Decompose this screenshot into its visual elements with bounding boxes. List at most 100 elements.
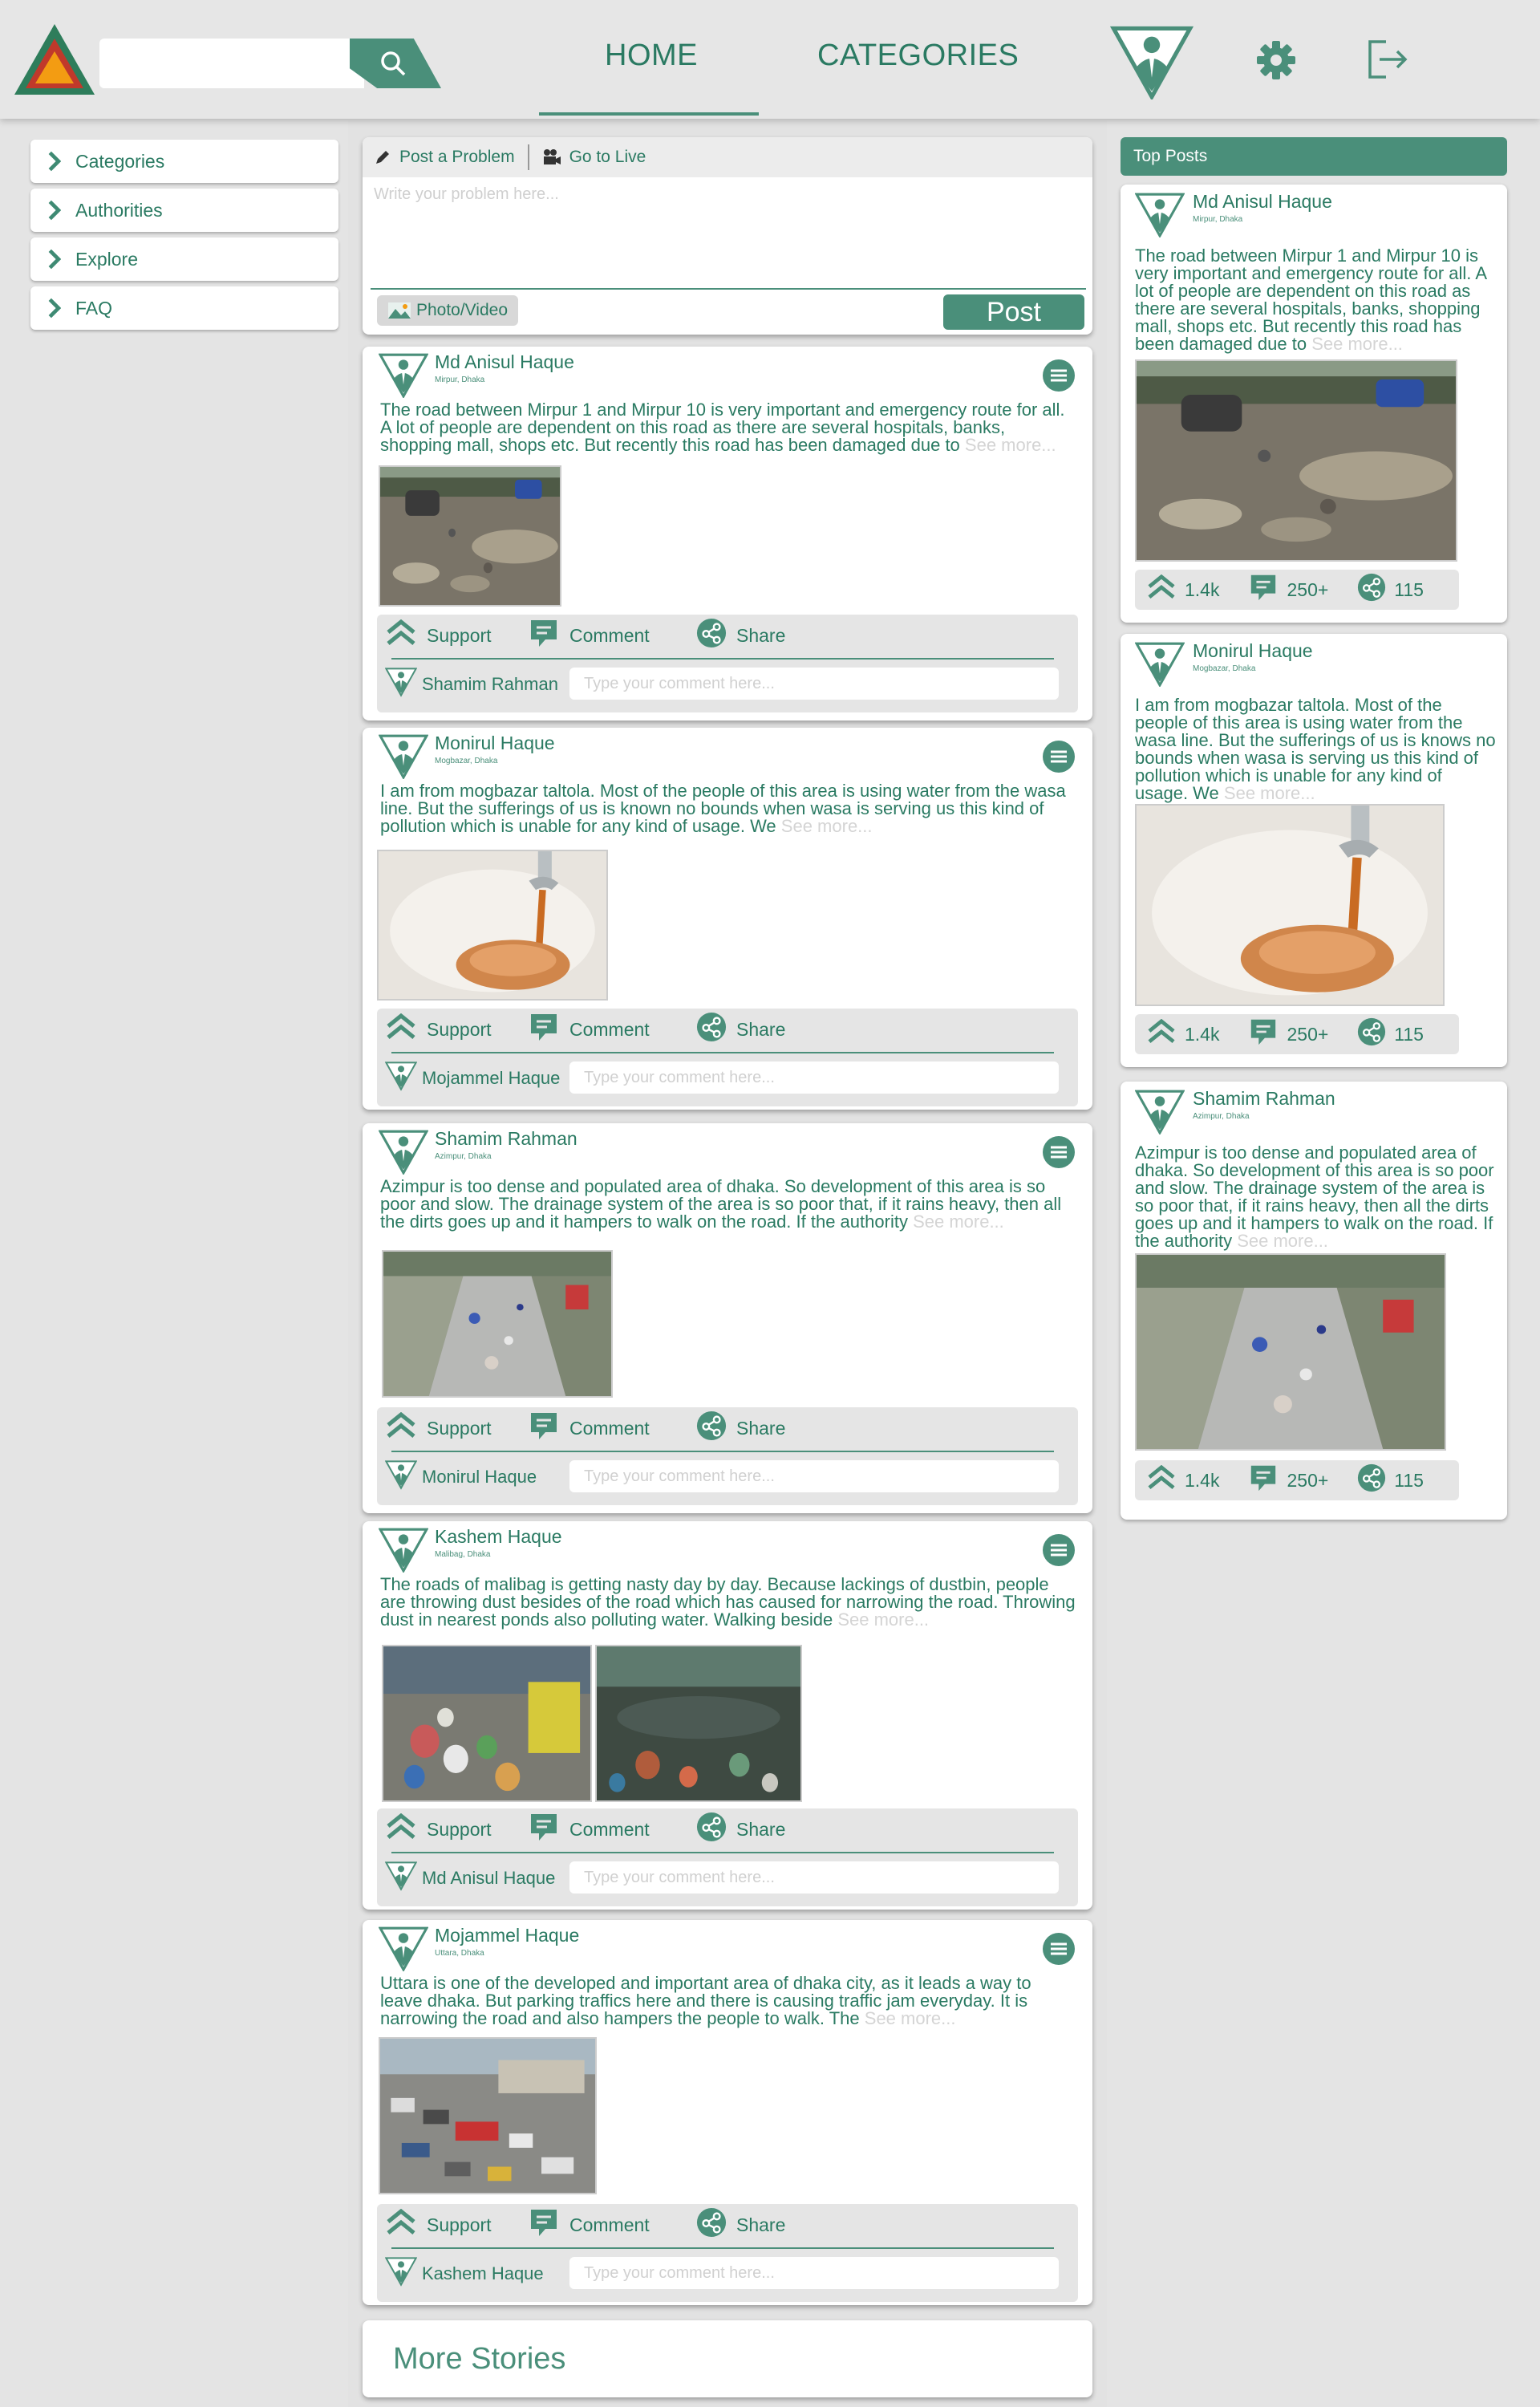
author-avatar-icon[interactable] <box>1135 1090 1185 1139</box>
share-count[interactable]: 115 <box>1357 1463 1424 1497</box>
comment-button[interactable]: Comment <box>528 1412 650 1444</box>
comment-count[interactable]: 250+ <box>1248 1463 1328 1498</box>
comment-count[interactable]: 250+ <box>1248 572 1328 607</box>
support-count[interactable]: 1.4k <box>1146 1465 1219 1496</box>
post-image[interactable] <box>1135 359 1457 562</box>
comment-button[interactable]: Comment <box>528 2209 650 2241</box>
see-more-link[interactable]: See more... <box>1311 334 1403 354</box>
support-icon <box>1146 1019 1177 1049</box>
share-button[interactable]: Share <box>696 1412 785 1444</box>
post-button[interactable]: Post <box>943 294 1084 330</box>
sidebar-item-authorities[interactable]: Authorities <box>30 189 338 232</box>
top-post-card[interactable]: Shamim Rahman Azimpur, Dhaka Azimpur is … <box>1121 1082 1507 1520</box>
divider <box>391 658 1054 660</box>
commenter-name[interactable]: Monirul Haque <box>422 1467 537 1488</box>
author-name[interactable]: Kashem Haque <box>435 1526 562 1548</box>
see-more-link[interactable]: See more... <box>1224 783 1315 803</box>
author-name[interactable]: Monirul Haque <box>435 733 555 754</box>
author-name[interactable]: Md Anisul Haque <box>435 351 574 373</box>
share-count[interactable]: 115 <box>1357 1017 1424 1051</box>
see-more-link[interactable]: See more... <box>965 435 1056 455</box>
post-image[interactable] <box>1135 804 1445 1006</box>
see-more-link[interactable]: See more... <box>865 2008 956 2028</box>
chevron-right-icon <box>47 249 61 270</box>
post-menu-button[interactable] <box>1043 1933 1075 1965</box>
commenter-name[interactable]: Kashem Haque <box>422 2263 544 2284</box>
author-name[interactable]: Monirul Haque <box>1193 640 1313 662</box>
image-icon <box>387 302 411 319</box>
app-logo-icon[interactable] <box>13 22 96 100</box>
comment-count-value: 250+ <box>1287 578 1329 600</box>
support-count[interactable]: 1.4k <box>1146 1019 1219 1049</box>
photo-video-button[interactable]: Photo/Video <box>377 295 518 326</box>
post-body: I am from mogbazar taltola. Most of the … <box>1135 695 1496 803</box>
support-button[interactable]: Support <box>385 1013 492 1045</box>
support-label: Support <box>427 2214 492 2235</box>
share-label: Share <box>736 2214 786 2235</box>
search-input[interactable] <box>99 39 364 88</box>
comment-button[interactable]: Comment <box>528 619 650 651</box>
post-problem-tab[interactable]: Post a Problem <box>374 148 515 167</box>
share-button[interactable]: Share <box>696 2209 785 2241</box>
author-name[interactable]: Mojammel Haque <box>435 1925 579 1946</box>
commenter-name[interactable]: Mojammel Haque <box>422 1068 560 1089</box>
problem-textarea[interactable] <box>374 185 1080 282</box>
gear-icon[interactable] <box>1256 40 1296 84</box>
user-avatar-icon[interactable] <box>1110 26 1194 104</box>
support-button[interactable]: Support <box>385 619 492 651</box>
author-avatar-icon[interactable] <box>379 1130 428 1179</box>
top-post-card[interactable]: Monirul Haque Mogbazar, Dhaka I am from … <box>1121 634 1507 1067</box>
see-more-link[interactable]: See more... <box>913 1212 1004 1232</box>
post-image[interactable] <box>595 1645 802 1802</box>
post-image[interactable] <box>382 1250 613 1398</box>
comment-count[interactable]: 250+ <box>1248 1017 1328 1052</box>
go-live-tab[interactable]: Go to Live <box>542 148 646 167</box>
author-avatar-icon[interactable] <box>379 734 428 783</box>
support-button[interactable]: Support <box>385 2209 492 2241</box>
share-button[interactable]: Share <box>696 1013 785 1045</box>
comment-input[interactable] <box>569 1861 1059 1894</box>
support-button[interactable]: Support <box>385 1412 492 1444</box>
comment-input[interactable] <box>569 668 1059 700</box>
author-avatar-icon[interactable] <box>1135 193 1185 242</box>
post-image[interactable] <box>382 1645 592 1802</box>
sidebar-item-faq[interactable]: FAQ <box>30 286 338 330</box>
post-menu-button[interactable] <box>1043 359 1075 392</box>
author-avatar-icon[interactable] <box>379 1528 428 1577</box>
post-image[interactable] <box>379 465 561 607</box>
author-name[interactable]: Shamim Rahman <box>435 1128 578 1150</box>
comment-input[interactable] <box>569 1061 1059 1094</box>
share-button[interactable]: Share <box>696 1813 785 1845</box>
nav-tab-categories[interactable]: CATEGORIES <box>817 39 1019 73</box>
nav-tab-home[interactable]: HOME <box>605 39 698 73</box>
see-more-link[interactable]: See more... <box>1237 1231 1328 1251</box>
share-count[interactable]: 115 <box>1357 573 1424 607</box>
comment-button[interactable]: Comment <box>528 1813 650 1845</box>
post-image[interactable] <box>377 850 608 1001</box>
comment-button[interactable]: Comment <box>528 1013 650 1045</box>
commenter-name[interactable]: Md Anisul Haque <box>422 1868 555 1889</box>
post-menu-button[interactable] <box>1043 741 1075 773</box>
author-avatar-icon[interactable] <box>379 353 428 402</box>
post-menu-button[interactable] <box>1043 1136 1075 1168</box>
sidebar-item-explore[interactable]: Explore <box>30 237 338 281</box>
logout-icon[interactable] <box>1365 37 1410 86</box>
support-count[interactable]: 1.4k <box>1146 574 1219 605</box>
support-button[interactable]: Support <box>385 1813 492 1845</box>
author-name[interactable]: Shamim Rahman <box>1193 1088 1335 1110</box>
author-name[interactable]: Md Anisul Haque <box>1193 191 1332 213</box>
post-image[interactable] <box>379 2037 597 2194</box>
see-more-link[interactable]: See more... <box>781 816 873 836</box>
author-avatar-icon[interactable] <box>379 1926 428 1975</box>
commenter-name[interactable]: Shamim Rahman <box>422 674 558 695</box>
comment-input[interactable] <box>569 1460 1059 1492</box>
sidebar-item-categories[interactable]: Categories <box>30 140 338 183</box>
comment-input[interactable] <box>569 2257 1059 2289</box>
see-more-link[interactable]: See more... <box>837 1609 929 1630</box>
author-avatar-icon[interactable] <box>1135 642 1185 691</box>
post-menu-button[interactable] <box>1043 1534 1075 1566</box>
post-image[interactable] <box>1135 1253 1446 1451</box>
top-post-card[interactable]: Md Anisul Haque Mirpur, Dhaka The road b… <box>1121 185 1507 623</box>
more-stories-button[interactable]: More Stories <box>363 2320 1092 2397</box>
share-button[interactable]: Share <box>696 619 785 651</box>
